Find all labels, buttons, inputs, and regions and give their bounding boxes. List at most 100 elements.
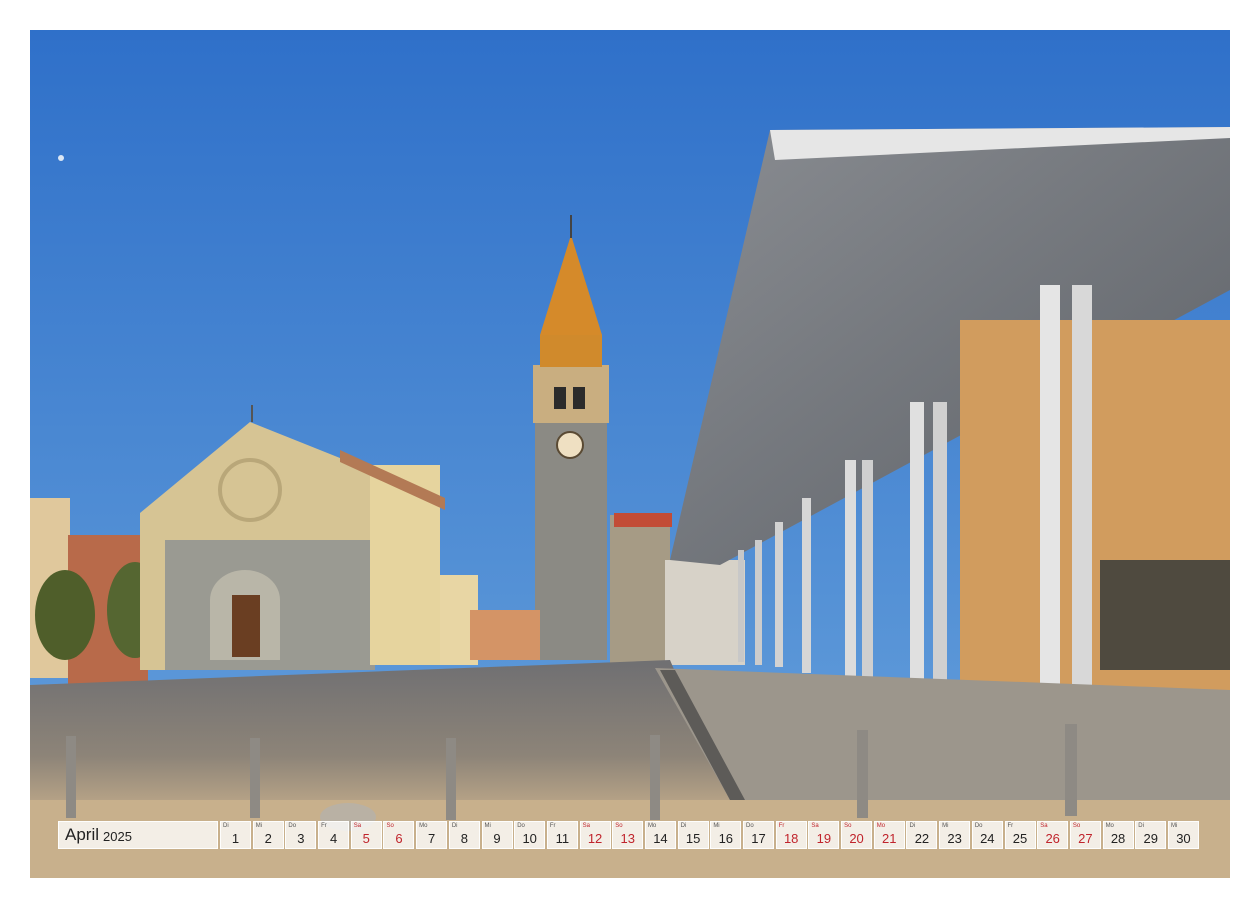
day-number: 11 [555,831,570,846]
day-cell: Do 17 [743,821,774,849]
day-number: 14 [653,831,668,846]
day-cell: So 13 [612,821,644,849]
weekday-abbrev: Sa [811,823,819,829]
town-square-illustration [30,30,1230,878]
tree-left [35,570,95,660]
day-number: 29 [1143,831,1158,846]
weekday-abbrev: Mo [419,823,428,829]
moon [58,155,64,161]
weekday-abbrev: Do [746,823,754,829]
day-number: 30 [1176,831,1191,846]
day-cell: Di 8 [448,821,480,849]
weekday-abbrev: Di [680,823,687,829]
day-number: 13 [620,831,635,846]
day-number: 28 [1110,831,1126,846]
day-cell: Mi 2 [252,821,284,849]
weekday-abbrev: So [844,823,852,829]
day-number: 15 [685,831,701,846]
weekday-abbrev: Mi [942,823,949,829]
weekday-abbrev: Do [288,823,297,829]
weekday-abbrev: Mi [484,823,491,829]
weekday-abbrev: Do [517,823,525,829]
day-cell: Di 1 [220,821,251,849]
weekday-abbrev: So [1072,823,1081,829]
weekday-abbrev: Do [974,823,983,829]
day-number: 17 [751,831,766,846]
day-cell: Fr 25 [1004,821,1036,849]
weekday-abbrev: Mi [255,823,263,829]
weekday-abbrev: Mo [876,823,886,829]
weekday-abbrev: Fr [321,823,327,829]
day-cell: Sa 12 [579,821,611,849]
day-number: 9 [493,831,501,846]
day-cell: Mi 23 [939,821,971,849]
day-cell: Sa 26 [1037,821,1069,849]
weekday-abbrev: Di [1138,823,1144,829]
weekday-abbrev: So [615,823,623,829]
weekday-abbrev: Di [223,823,229,829]
month-label: April 2025 [58,821,218,849]
day-cell: Sa 19 [808,821,840,849]
day-cell: Mo 7 [416,821,448,849]
day-cell: Fr 4 [318,821,350,849]
day-number: 20 [849,831,864,846]
stairs-building [470,610,540,660]
day-number: 8 [460,831,468,846]
weekday-abbrev: Mo [647,823,657,829]
weekday-abbrev: Di [451,823,458,829]
weekday-abbrev: So [386,823,394,829]
weekday-abbrev: Fr [778,823,785,829]
day-cell: Fr 11 [546,821,578,849]
weekday-abbrev: Mi [1170,823,1178,829]
weekday-abbrev: Sa [353,823,362,829]
calendar-day-strip: April 2025 Di 1 Mi 2 Do 3 Fr 4 Sa 5 So 6 Mo 7 Di 8 Mi 9 Do… [58,821,1201,851]
day-number: 2 [264,831,272,846]
day-cell: So 27 [1069,821,1101,849]
day-cell: Di 29 [1135,821,1167,849]
day-number: 21 [882,831,897,846]
weekday-abbrev: Mi [713,823,720,829]
background-building-2 [665,560,745,665]
day-number: 6 [395,831,403,846]
day-number: 12 [587,831,603,846]
day-number: 22 [914,831,930,846]
platform-steps [655,668,1230,810]
weekday-abbrev: Mo [1105,823,1114,829]
day-number: 23 [947,831,962,846]
month-name: April [65,825,100,844]
weekday-abbrev: Fr [549,823,556,829]
square-pavement [30,660,730,820]
day-number: 26 [1045,831,1060,846]
weekday-abbrev: Sa [582,823,590,829]
day-number: 27 [1078,831,1093,846]
day-cell: Mi 16 [710,821,742,849]
weekday-abbrev: Fr [1007,823,1014,829]
day-number: 7 [428,831,436,846]
day-number: 3 [297,831,305,846]
day-number: 5 [362,831,370,846]
day-number: 19 [816,831,832,846]
day-cell: So 20 [841,821,873,849]
day-cell: Do 3 [285,821,317,849]
day-number: 10 [522,831,537,846]
weekday-abbrev: Sa [1040,823,1048,829]
day-cell: Do 10 [514,821,546,849]
weekday-abbrev: Di [909,823,916,829]
day-cell: Di 22 [906,821,938,849]
day-number: 18 [783,831,799,846]
background-building [610,515,670,665]
day-cells: Di 1 Mi 2 Do 3 Fr 4 Sa 5 So 6 Mo 7 Di 8 Mi 9 Do 10 Fr 11 Sa 12 S… [220,821,1201,851]
month-year: 2025 [103,829,132,844]
calendar-photo [30,30,1230,878]
day-number: 4 [329,831,338,846]
day-cell: Mi 30 [1167,821,1199,849]
day-cell: Do 24 [971,821,1003,849]
day-cell: Mo 28 [1102,821,1134,849]
day-number: 24 [980,831,995,846]
day-number: 1 [231,831,240,846]
day-cell: Sa 5 [350,821,382,849]
day-cell: Mo 21 [873,821,905,849]
day-cell: Mi 9 [481,821,513,849]
day-cell: Di 15 [677,821,709,849]
day-number: 16 [718,831,734,846]
